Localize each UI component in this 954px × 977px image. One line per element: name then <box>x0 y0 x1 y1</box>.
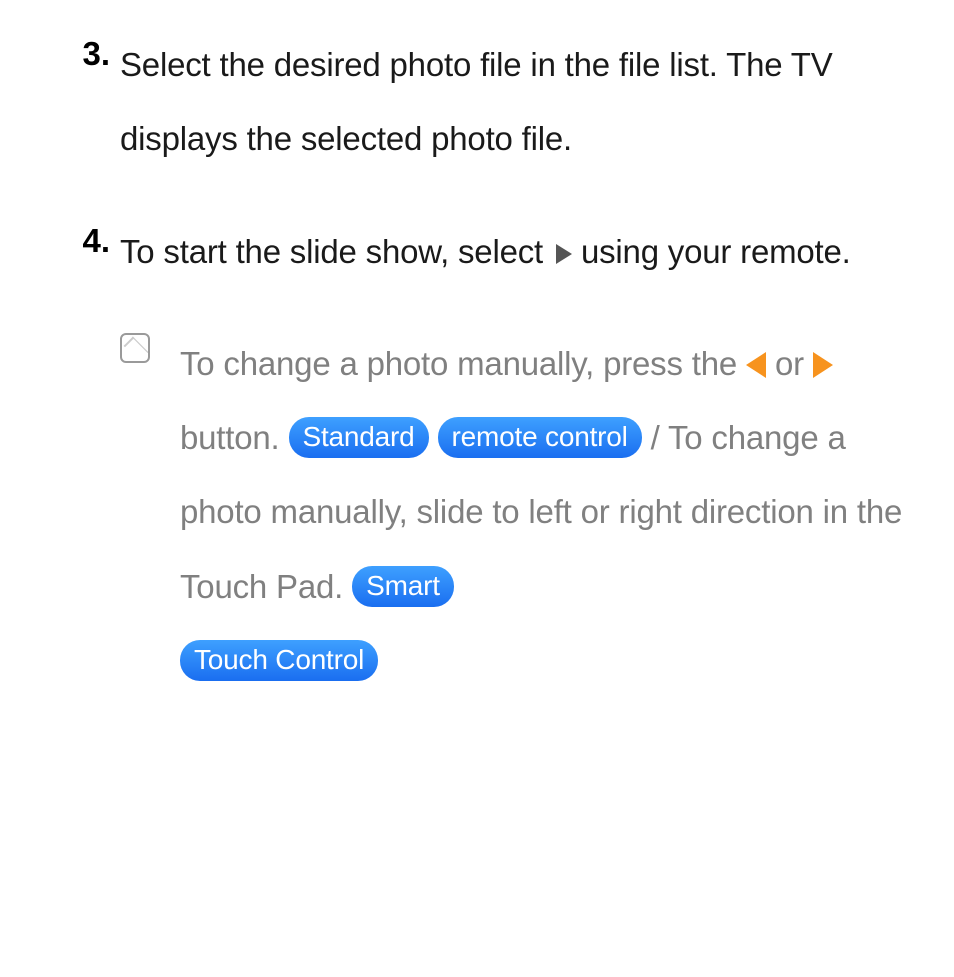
step-4-text-b: using your remote. <box>581 233 851 270</box>
badge-remote-control: remote control <box>438 417 642 458</box>
step-4-text: To start the slide show, select using yo… <box>120 215 851 289</box>
note-p1b: or <box>766 345 813 382</box>
step-4-text-a: To start the slide show, select <box>120 233 552 270</box>
note-p1a: To change a photo manually, press the <box>180 345 746 382</box>
document-page: 3. Select the desired photo file in the … <box>0 0 954 738</box>
note: To change a photo manually, press the or… <box>120 327 914 698</box>
left-arrow-icon <box>746 352 766 378</box>
badge-touch-control: Touch Control <box>180 640 378 681</box>
badge-standard: Standard <box>289 417 429 458</box>
step-4-number: 4. <box>40 215 120 266</box>
note-text: To change a photo manually, press the or… <box>180 327 914 698</box>
note-p1c: button. <box>180 419 289 456</box>
step-3-number: 3. <box>40 28 120 79</box>
note-icon-wrap <box>120 327 180 368</box>
badge-smart: Smart <box>352 566 454 607</box>
step-4: 4. To start the slide show, select using… <box>40 215 914 289</box>
note-icon <box>120 333 150 363</box>
step-3-text: Select the desired photo file in the fil… <box>120 28 914 177</box>
right-arrow-icon <box>813 352 833 378</box>
step-3: 3. Select the desired photo file in the … <box>40 28 914 177</box>
play-icon <box>556 244 572 264</box>
